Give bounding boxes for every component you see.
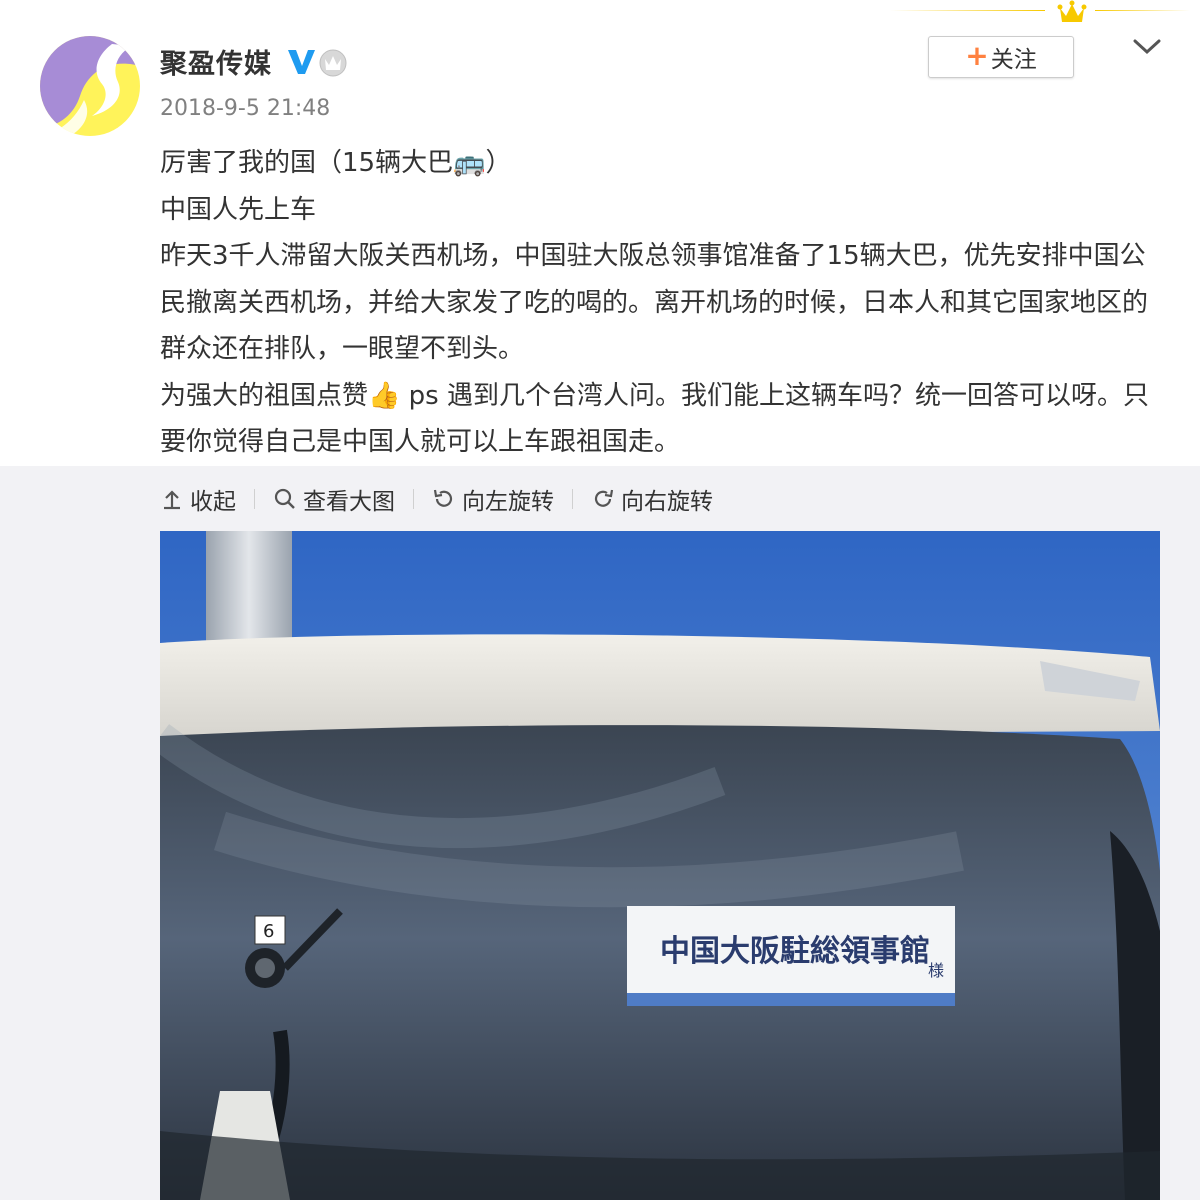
post-photo[interactable]: 6 中国大阪駐総領事館 様 bbox=[160, 531, 1160, 1200]
toolbar-divider bbox=[572, 489, 573, 509]
rotate-left-label: 向左旋转 bbox=[462, 489, 554, 515]
rotate-right-label: 向右旋转 bbox=[621, 489, 713, 515]
follow-label: 关注 bbox=[990, 47, 1037, 73]
crown-member-icon[interactable] bbox=[318, 48, 348, 78]
view-large-label: 查看大图 bbox=[303, 489, 395, 515]
collapse-label: 收起 bbox=[190, 489, 236, 515]
avatar[interactable] bbox=[40, 36, 140, 136]
collapse-button[interactable]: 收起 bbox=[160, 482, 236, 516]
collapse-up-icon bbox=[164, 490, 180, 510]
top-decoration-line bbox=[890, 10, 1045, 11]
rotate-right-button[interactable]: 向右旋转 bbox=[591, 482, 713, 516]
toolbar-divider bbox=[413, 489, 414, 509]
sign-suffix: 様 bbox=[928, 961, 944, 980]
rotate-right-icon bbox=[594, 489, 614, 507]
post-line: 中国人先上车 bbox=[160, 194, 317, 225]
author-name[interactable]: 聚盈传媒 bbox=[160, 42, 272, 81]
post-line: 为强大的祖国点赞👍 ps 遇到几个台湾人问。我们能上这辆车吗？统一回答可以呀。只… bbox=[160, 380, 1149, 458]
post-content: 厉害了我的国（15辆大巴🚌） 中国人先上车 昨天3千人滞留大阪关西机场，中国驻大… bbox=[160, 140, 1170, 466]
media-toolbar: 收起 查看大图 向左旋转 向右旋转 bbox=[160, 482, 713, 516]
search-icon bbox=[274, 488, 295, 509]
rotate-left-button[interactable]: 向左旋转 bbox=[432, 482, 554, 516]
crown-icon bbox=[1057, 0, 1087, 22]
top-decoration-line bbox=[1095, 10, 1190, 11]
verified-v-icon bbox=[288, 50, 315, 74]
toolbar-divider bbox=[254, 489, 255, 509]
view-large-button[interactable]: 查看大图 bbox=[273, 482, 395, 516]
follow-button[interactable]: + 关注 bbox=[928, 36, 1074, 78]
post-line: 厉害了我的国（15辆大巴🚌） bbox=[160, 148, 512, 178]
sticker-number: 6 bbox=[263, 921, 274, 942]
chevron-down-icon[interactable] bbox=[1130, 36, 1164, 58]
post-timestamp[interactable]: 2018-9-5 21:48 bbox=[160, 96, 330, 121]
rotate-left-icon bbox=[433, 489, 453, 507]
plus-icon: + bbox=[965, 38, 989, 72]
sign-text: 中国大阪駐総領事館 bbox=[660, 934, 930, 969]
avatar-logo-icon bbox=[40, 36, 140, 136]
post-line: 昨天3千人滞留大阪关西机场，中国驻大阪总领事馆准备了15辆大巴，优先安排中国公民… bbox=[160, 241, 1149, 364]
bus-windshield-image: 6 中国大阪駐総領事館 様 bbox=[160, 531, 1160, 1200]
